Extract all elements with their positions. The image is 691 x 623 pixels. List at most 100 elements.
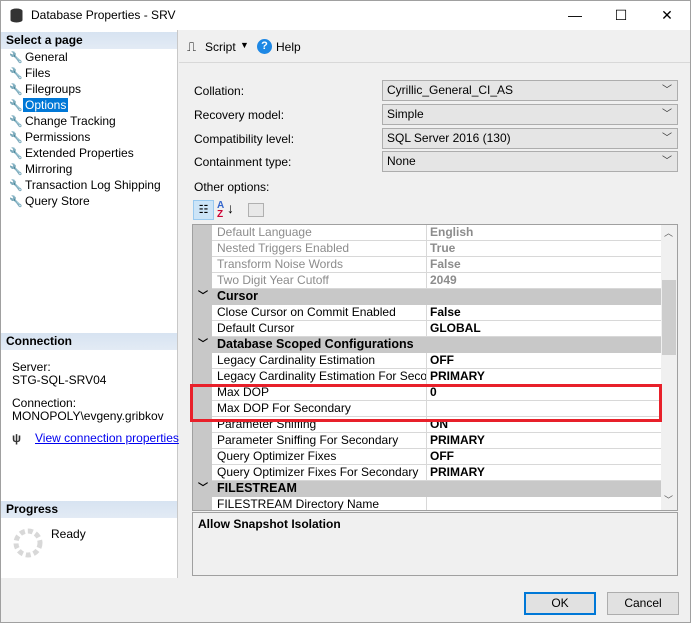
property-value[interactable]: GLOBAL (427, 321, 662, 337)
property-value[interactable]: True (427, 241, 662, 257)
page-item-permissions[interactable]: 🔧 Permissions (9, 129, 92, 145)
collapse-chevron-icon[interactable]: ﹀ (198, 289, 208, 304)
connection-label: Connection: (12, 396, 77, 410)
property-value[interactable]: OFF (427, 449, 662, 465)
collapse-chevron-icon[interactable]: ﹀ (198, 337, 208, 352)
property-row[interactable]: Default Cursor GLOBAL (193, 321, 662, 337)
view-connection-properties-link[interactable]: View connection properties (35, 431, 179, 445)
compatibility-level-label: Compatibility level: (194, 132, 295, 146)
chevron-down-icon: ﹀ (662, 133, 672, 144)
vertical-scrollbar[interactable]: ︿ ﹀ (661, 225, 677, 510)
row-gutter (193, 273, 212, 289)
page-item-query-store[interactable]: 🔧 Query Store (9, 193, 92, 209)
category-row[interactable]: ﹀ Database Scoped Configurations (193, 337, 662, 353)
property-name: Transform Noise Words (212, 257, 427, 273)
property-value[interactable]: OFF (427, 353, 662, 369)
property-row[interactable]: Close Cursor on Commit Enabled False (193, 305, 662, 321)
scroll-up-icon[interactable]: ︿ (664, 226, 673, 239)
category-row[interactable]: ﹀ FILESTREAM (193, 481, 662, 497)
help-button[interactable]: Help (276, 40, 301, 54)
wrench-icon: 🔧 (9, 132, 23, 144)
page-item-label: Mirroring (25, 162, 73, 176)
property-name: Default Cursor (212, 321, 427, 337)
script-dropdown-arrow[interactable]: ▼ (240, 40, 249, 50)
page-item-filegroups[interactable]: 🔧 Filegroups (9, 81, 83, 97)
property-name: Parameter Sniffing For Secondary (212, 433, 427, 449)
collation-select[interactable]: Cyrillic_General_CI_AS ﹀ (382, 80, 678, 101)
chevron-down-icon: ﹀ (662, 109, 672, 120)
page-item-label: Permissions (25, 130, 91, 144)
property-value[interactable]: False (427, 257, 662, 273)
property-row[interactable]: FILESTREAM Directory Name (193, 497, 662, 510)
categorized-view-icon[interactable]: ☷ (193, 200, 214, 220)
property-value[interactable]: 2049 (427, 273, 662, 289)
close-button[interactable]: ✕ (644, 1, 690, 30)
property-value[interactable] (427, 497, 662, 510)
containment-type-select[interactable]: None ﹀ (382, 151, 678, 172)
property-name: Nested Triggers Enabled (212, 241, 427, 257)
page-item-files[interactable]: 🔧 Files (9, 65, 52, 81)
script-icon: ⎍ (187, 39, 197, 54)
property-row[interactable]: Query Optimizer Fixes For Secondary PRIMA… (193, 465, 662, 481)
property-value[interactable]: False (427, 305, 662, 321)
page-item-mirroring[interactable]: 🔧 Mirroring (9, 161, 74, 177)
property-row[interactable]: Legacy Cardinality Estimation OFF (193, 353, 662, 369)
row-gutter (193, 369, 212, 385)
property-name: Default Language (212, 225, 427, 241)
page-item-label: Query Store (25, 194, 90, 208)
row-gutter (193, 305, 212, 321)
options-page: ⎍ Script ▼ ? Help Collation: Cyrillic_Ge… (179, 30, 690, 578)
property-row[interactable]: Legacy Cardinality Estimation For Second… (193, 369, 662, 385)
progress-header: Progress (1, 501, 177, 518)
wrench-icon: 🔧 (9, 196, 23, 208)
property-value[interactable]: PRIMARY (427, 433, 662, 449)
cancel-button[interactable]: Cancel (607, 592, 679, 615)
property-description: Allow Snapshot Isolation (192, 512, 678, 576)
toolbar: ⎍ Script ▼ ? Help (179, 30, 690, 63)
property-value[interactable]: English (427, 225, 662, 241)
property-row[interactable]: Two Digit Year Cutoff 2049 (193, 273, 662, 289)
page-item-options[interactable]: 🔧 Options (9, 97, 69, 113)
minimize-button[interactable]: — (552, 1, 598, 30)
maximize-button[interactable]: ☐ (598, 1, 644, 30)
page-item-general[interactable]: 🔧 General (9, 49, 70, 65)
row-gutter (193, 241, 212, 257)
property-row[interactable]: Parameter Sniffing For Secondary PRIMARY (193, 433, 662, 449)
property-row[interactable]: Default Language English (193, 225, 662, 241)
containment-type-value: None (387, 154, 416, 168)
recovery-model-value: Simple (387, 107, 424, 121)
row-gutter (193, 465, 212, 481)
page-item-label: Change Tracking (25, 114, 116, 128)
compatibility-level-select[interactable]: SQL Server 2016 (130) ﹀ (382, 128, 678, 149)
property-row[interactable]: Query Optimizer Fixes OFF (193, 449, 662, 465)
page-item-label: Files (25, 66, 51, 80)
page-item-transaction-log-shipping[interactable]: 🔧 Transaction Log Shipping (9, 177, 163, 193)
page-item-extended-properties[interactable]: 🔧 Extended Properties (9, 145, 136, 161)
row-gutter (193, 257, 212, 273)
script-button[interactable]: Script (205, 40, 236, 54)
ok-button[interactable]: OK (524, 592, 596, 615)
category-row[interactable]: ﹀ Cursor (193, 289, 662, 305)
page-item-change-tracking[interactable]: 🔧 Change Tracking (9, 113, 118, 129)
recovery-model-select[interactable]: Simple ﹀ (382, 104, 678, 125)
progress-status: Ready (51, 527, 86, 541)
page-item-label: Filegroups (25, 82, 82, 96)
scrollbar-thumb[interactable] (662, 280, 676, 355)
collation-value: Cyrillic_General_CI_AS (387, 83, 514, 97)
property-pages-icon (248, 203, 264, 217)
collapse-chevron-icon[interactable]: ﹀ (198, 481, 208, 496)
other-options-label: Other options: (194, 180, 270, 194)
page-item-label: General (25, 50, 68, 64)
page-item-label: Extended Properties (25, 146, 134, 160)
row-gutter (193, 353, 212, 369)
property-value[interactable]: PRIMARY (427, 465, 662, 481)
plug-icon: ψ (12, 431, 22, 445)
property-row[interactable]: Nested Triggers Enabled True (193, 241, 662, 257)
database-icon (10, 8, 23, 23)
property-row[interactable]: Transform Noise Words False (193, 257, 662, 273)
property-value[interactable]: PRIMARY (427, 369, 662, 385)
select-page-header: Select a page (1, 32, 177, 49)
alphabetical-sort-icon[interactable]: AZ (217, 201, 224, 220)
scroll-down-icon[interactable]: ﹀ (664, 493, 673, 506)
progress-spinner-icon (13, 528, 43, 558)
